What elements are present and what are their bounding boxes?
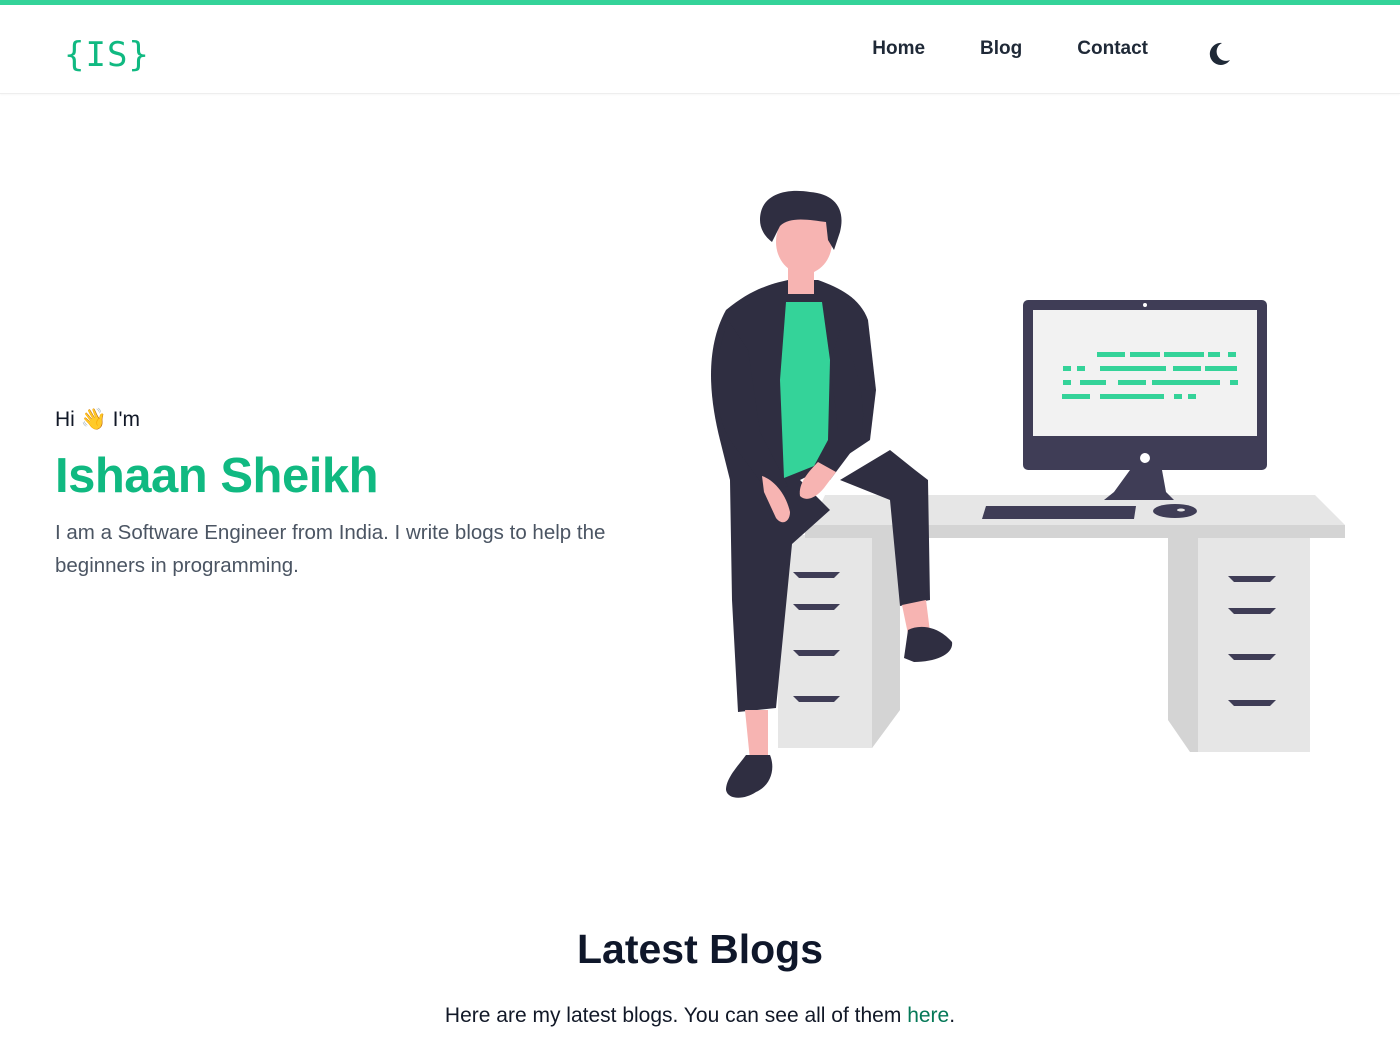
keyboard — [982, 506, 1136, 519]
nav-home-link[interactable]: Home — [872, 38, 925, 60]
hero-name: Ishaan Sheikh — [55, 449, 379, 503]
mouse — [1153, 504, 1197, 518]
right-drawer-cabinet — [1168, 538, 1310, 752]
hero-greeting: Hi 👋 I'm — [55, 408, 140, 431]
site-logo[interactable]: {IS} — [64, 35, 150, 75]
nav-contact-link[interactable]: Contact — [1077, 38, 1148, 60]
latest-blogs-subtitle-text: Here are my latest blogs. You can see al… — [444, 1004, 908, 1027]
latest-blogs-subtitle: Here are my latest blogs. You can see al… — [0, 1004, 1400, 1028]
developer-illustration — [711, 190, 1345, 798]
site-header: {IS} Home Blog Contact — [0, 5, 1400, 94]
latest-blogs-subtitle-end: . — [949, 1004, 956, 1027]
hero-intro: I am a Software Engineer from India. I w… — [55, 521, 606, 577]
monitor — [1023, 300, 1267, 500]
moon-icon[interactable] — [1206, 41, 1232, 67]
all-blogs-link[interactable]: here — [907, 1004, 949, 1027]
nav-blog-link[interactable]: Blog — [980, 38, 1022, 60]
latest-blogs-title: Latest Blogs — [576, 926, 824, 972]
hero-text: Hi 👋 I'm Ishaan Sheikh I am a Software E… — [55, 408, 675, 582]
main-nav: Home Blog Contact — [872, 38, 1148, 60]
